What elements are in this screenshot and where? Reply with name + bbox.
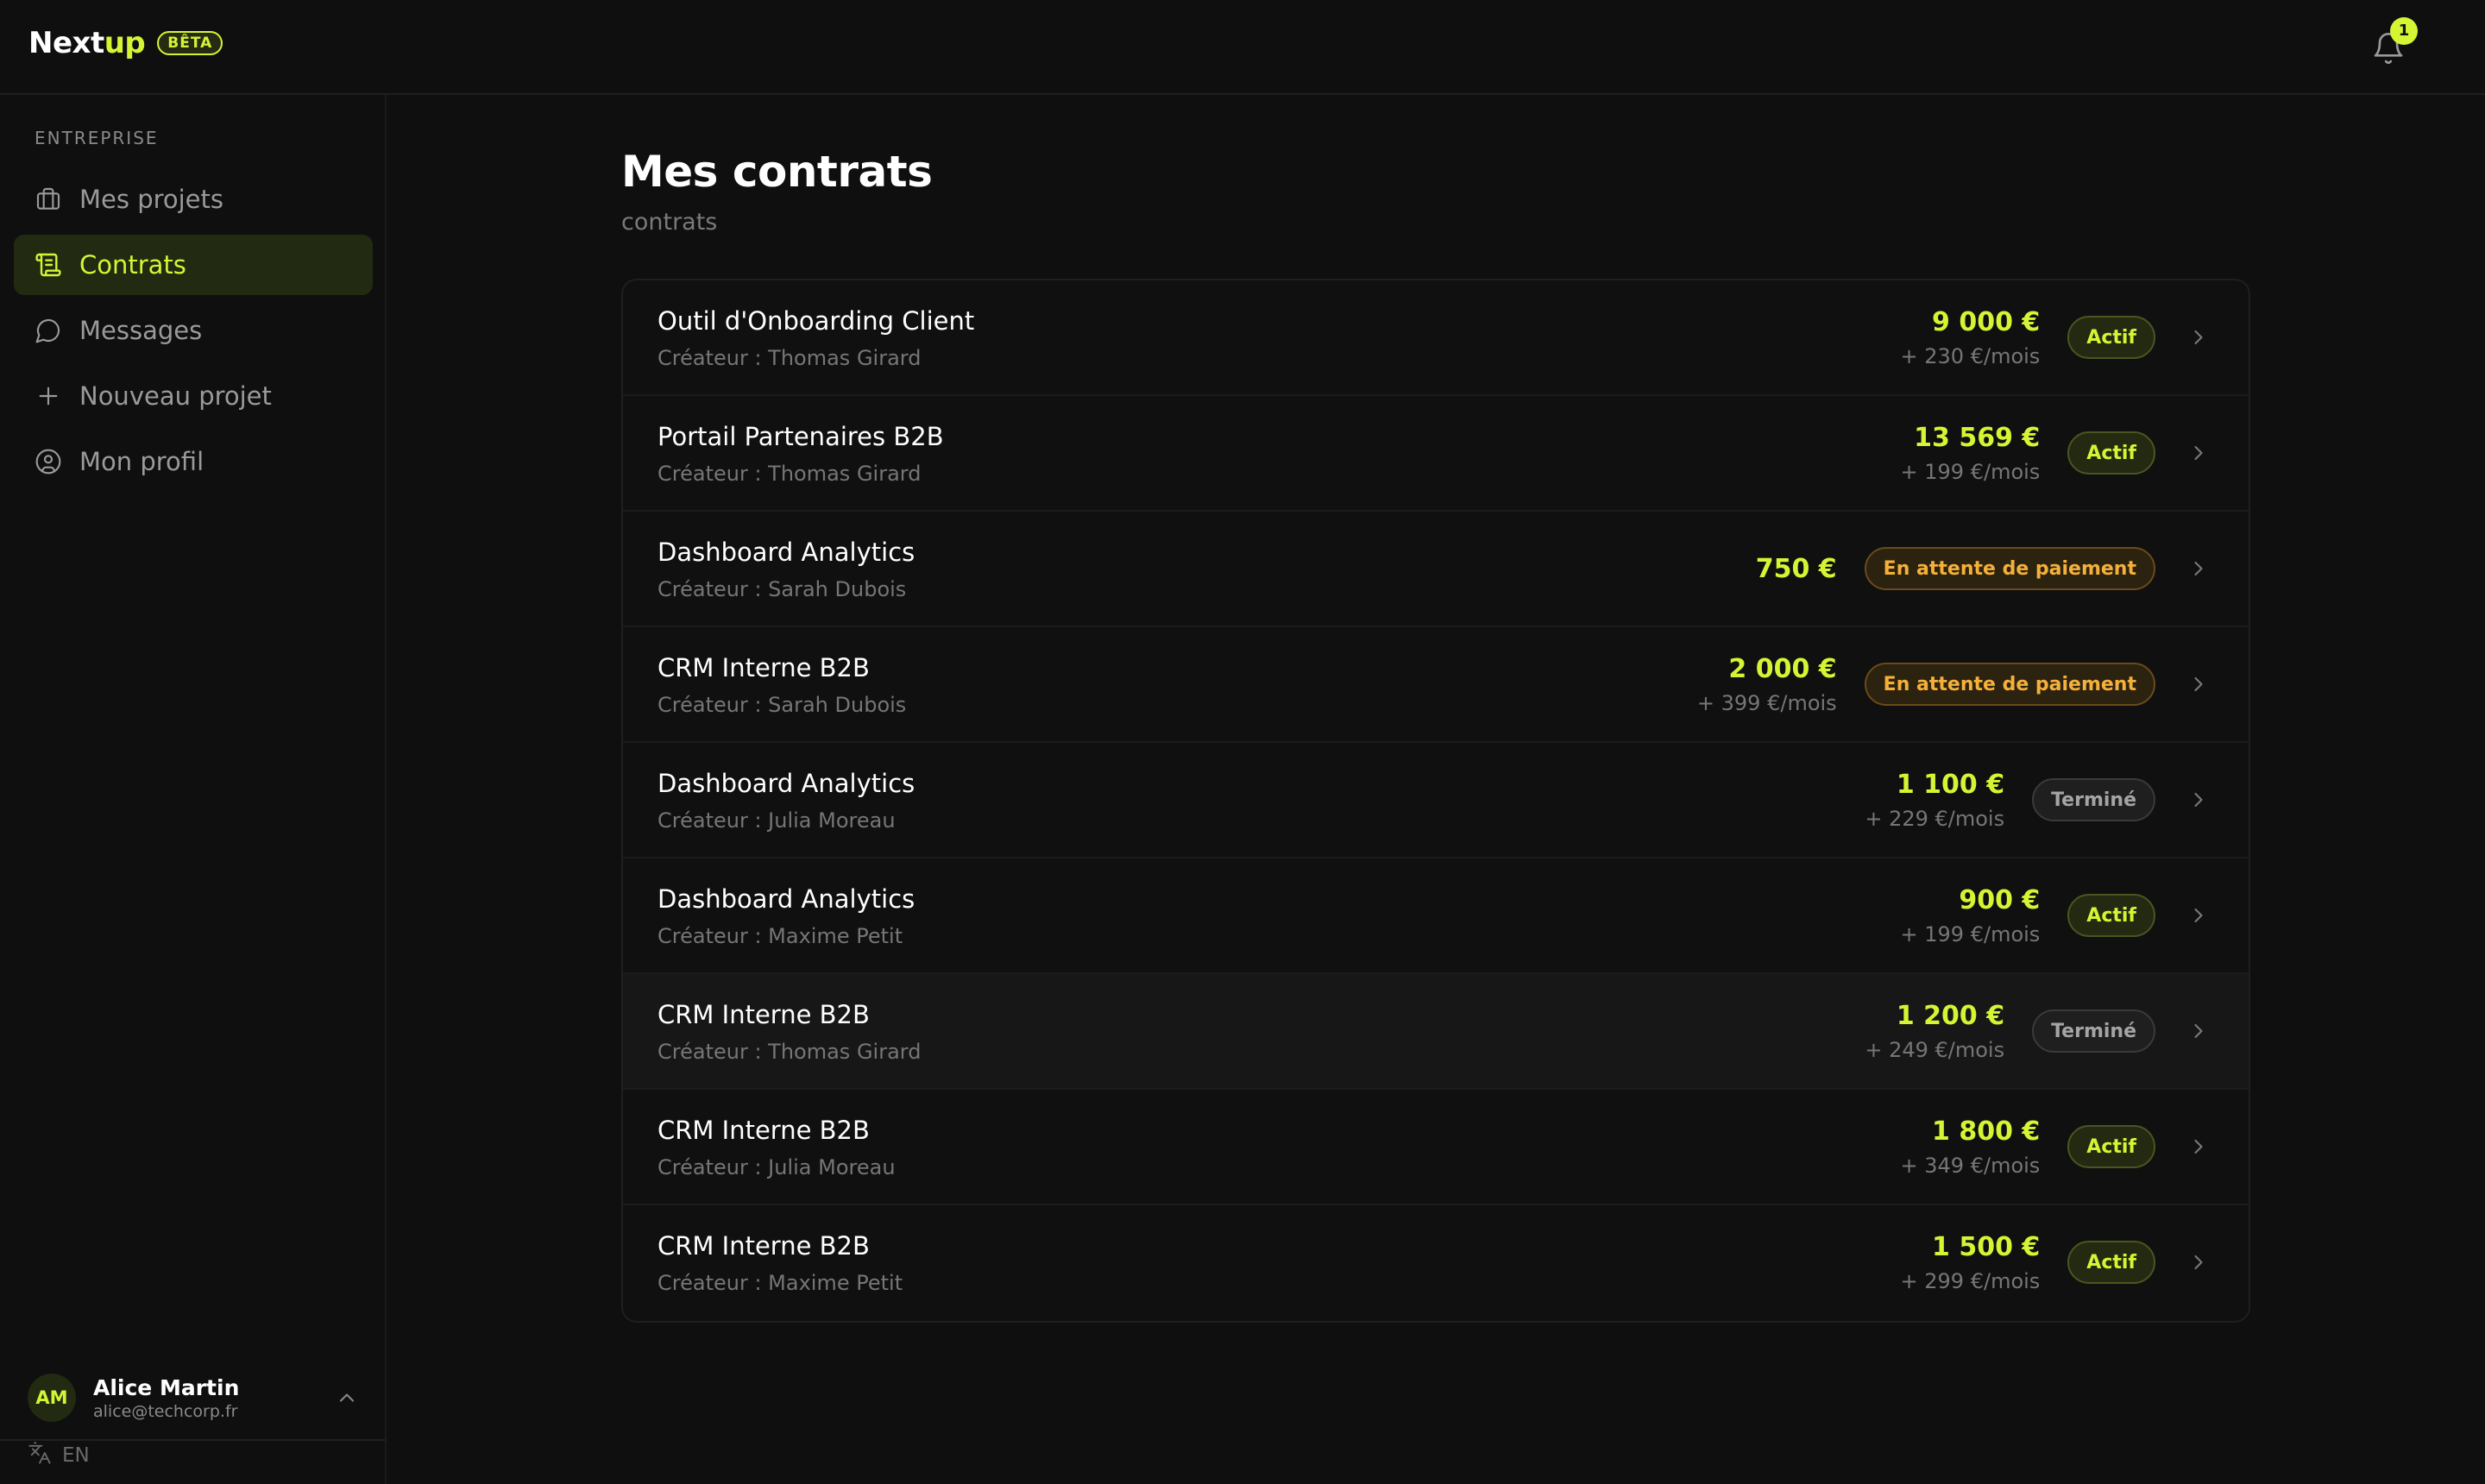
sidebar-item-label: Messages — [79, 316, 203, 345]
status-badge: Actif — [2067, 1125, 2155, 1168]
user-menu[interactable]: AM Alice Martin alice@techcorp.fr — [28, 1374, 359, 1422]
contract-row[interactable]: Dashboard Analytics Créateur : Maxime Pe… — [623, 858, 2249, 974]
user-name: Alice Martin — [93, 1374, 240, 1400]
contract-name: CRM Interne B2B — [657, 653, 870, 682]
contract-amount: 1 100 € — [1896, 769, 2005, 800]
contract-row[interactable]: CRM Interne B2B Créateur : Thomas Girard… — [623, 974, 2249, 1090]
contract-amount: 900 € — [1959, 884, 2041, 915]
translate-icon — [28, 1441, 62, 1470]
contract-row[interactable]: Dashboard Analytics Créateur : Sarah Dub… — [623, 512, 2249, 627]
contract-creator: Créateur : Julia Moreau — [657, 1155, 896, 1179]
page-subtitle: contrats — [621, 209, 718, 236]
contract-name: Dashboard Analytics — [657, 884, 915, 914]
contract-name: CRM Interne B2B — [657, 1000, 870, 1029]
contract-amount: 1 800 € — [1932, 1116, 2041, 1147]
status-badge: Actif — [2067, 431, 2155, 475]
user-email: alice@techcorp.fr — [93, 1401, 238, 1421]
status-badge: Terminé — [2032, 1009, 2155, 1053]
contract-creator: Créateur : Sarah Dubois — [657, 693, 907, 717]
page-title: Mes contrats — [621, 147, 933, 197]
contract-row[interactable]: CRM Interne B2B Créateur : Sarah Dubois … — [623, 627, 2249, 743]
chevron-right-icon[interactable] — [2186, 1019, 2211, 1043]
status-badge: Actif — [2067, 894, 2155, 937]
status-badge: Terminé — [2032, 778, 2155, 821]
status-badge: En attente de paiement — [1864, 663, 2155, 706]
contract-creator: Créateur : Sarah Dubois — [657, 577, 907, 601]
document-icon — [35, 251, 62, 279]
status-badge: Actif — [2067, 1241, 2155, 1284]
chevron-right-icon[interactable] — [2186, 1250, 2211, 1274]
contract-amount: 9 000 € — [1932, 306, 2041, 337]
sidebar-item-messages[interactable]: Messages — [14, 300, 373, 361]
notification-badge: 1 — [2390, 17, 2418, 45]
brand-logo[interactable]: Nextup BÊTA — [28, 26, 223, 60]
contract-row[interactable]: CRM Interne B2B Créateur : Julia Moreau … — [623, 1090, 2249, 1205]
sidebar-item-label: Mes projets — [79, 185, 224, 214]
sidebar-item-label: Mon profil — [79, 447, 204, 476]
contract-amount: 13 569 € — [1914, 422, 2041, 453]
brand-name: Nextup — [28, 26, 146, 60]
contract-row[interactable]: CRM Interne B2B Créateur : Maxime Petit … — [623, 1205, 2249, 1321]
message-icon — [35, 317, 62, 344]
status-badge: Actif — [2067, 316, 2155, 359]
chevron-right-icon[interactable] — [2186, 556, 2211, 581]
chevron-right-icon[interactable] — [2186, 788, 2211, 812]
chevron-right-icon[interactable] — [2186, 441, 2211, 465]
beta-badge: BÊTA — [157, 31, 223, 55]
sidebar-item-label: Contrats — [79, 250, 186, 280]
contract-monthly: + 249 €/mois — [1865, 1037, 2005, 1062]
contract-list: Outil d'Onboarding Client Créateur : Tho… — [621, 279, 2250, 1323]
contract-amount: 750 € — [1755, 553, 1837, 584]
section-label: ENTREPRISE — [35, 128, 159, 148]
main-content: Mes contrats contrats Outil d'Onboarding… — [621, 147, 2250, 1323]
contract-name: CRM Interne B2B — [657, 1116, 870, 1145]
language-switcher[interactable]: EN — [28, 1441, 90, 1470]
chevron-right-icon[interactable] — [2186, 672, 2211, 696]
briefcase-icon — [35, 186, 62, 213]
sidebar-item-contrats[interactable]: Contrats — [14, 235, 373, 295]
plus-icon — [35, 382, 62, 410]
contract-creator: Créateur : Thomas Girard — [657, 1040, 922, 1064]
contract-creator: Créateur : Maxime Petit — [657, 1271, 903, 1295]
chevron-right-icon[interactable] — [2186, 903, 2211, 928]
sidebar-nav: Mes projets Contrats Messages Nouveau pr… — [14, 169, 373, 497]
contract-name: Dashboard Analytics — [657, 538, 915, 567]
contract-amount: 1 200 € — [1896, 1000, 2005, 1031]
contract-amount: 2 000 € — [1728, 653, 1837, 684]
user-circle-icon — [35, 448, 62, 475]
contract-creator: Créateur : Maxime Petit — [657, 924, 903, 948]
contract-monthly: + 199 €/mois — [1900, 459, 2041, 484]
contract-monthly: + 399 €/mois — [1696, 690, 1837, 715]
sidebar: ENTREPRISE Mes projets Contrats Messages… — [0, 95, 387, 1484]
chevron-right-icon[interactable] — [2186, 1135, 2211, 1159]
contract-row[interactable]: Outil d'Onboarding Client Créateur : Tho… — [623, 280, 2249, 396]
contract-amount: 1 500 € — [1932, 1231, 2041, 1262]
contract-name: CRM Interne B2B — [657, 1231, 870, 1261]
contract-creator: Créateur : Thomas Girard — [657, 462, 922, 486]
contract-name: Portail Partenaires B2B — [657, 422, 944, 451]
contract-name: Dashboard Analytics — [657, 769, 915, 798]
contract-monthly: + 299 €/mois — [1900, 1268, 2041, 1293]
contract-monthly: + 199 €/mois — [1900, 921, 2041, 946]
contract-monthly: + 230 €/mois — [1900, 343, 2041, 368]
sidebar-item-label: Nouveau projet — [79, 381, 272, 411]
contract-name: Outil d'Onboarding Client — [657, 306, 975, 336]
status-badge: En attente de paiement — [1864, 547, 2155, 590]
contract-monthly: + 229 €/mois — [1865, 806, 2005, 831]
contract-row[interactable]: Dashboard Analytics Créateur : Julia Mor… — [623, 743, 2249, 858]
contract-creator: Créateur : Thomas Girard — [657, 346, 922, 370]
language-label: EN — [62, 1444, 90, 1467]
contract-creator: Créateur : Julia Moreau — [657, 808, 896, 833]
chevron-right-icon[interactable] — [2186, 325, 2211, 349]
top-header: Nextup BÊTA 1 — [0, 0, 2485, 95]
sidebar-item-mon-profil[interactable]: Mon profil — [14, 431, 373, 492]
contract-row[interactable]: Portail Partenaires B2B Créateur : Thoma… — [623, 396, 2249, 512]
avatar: AM — [28, 1374, 76, 1422]
chevron-up-icon[interactable] — [335, 1386, 359, 1410]
sidebar-item-mes-projets[interactable]: Mes projets — [14, 169, 373, 230]
sidebar-item-nouveau-projet[interactable]: Nouveau projet — [14, 366, 373, 426]
contract-monthly: + 349 €/mois — [1900, 1153, 2041, 1178]
